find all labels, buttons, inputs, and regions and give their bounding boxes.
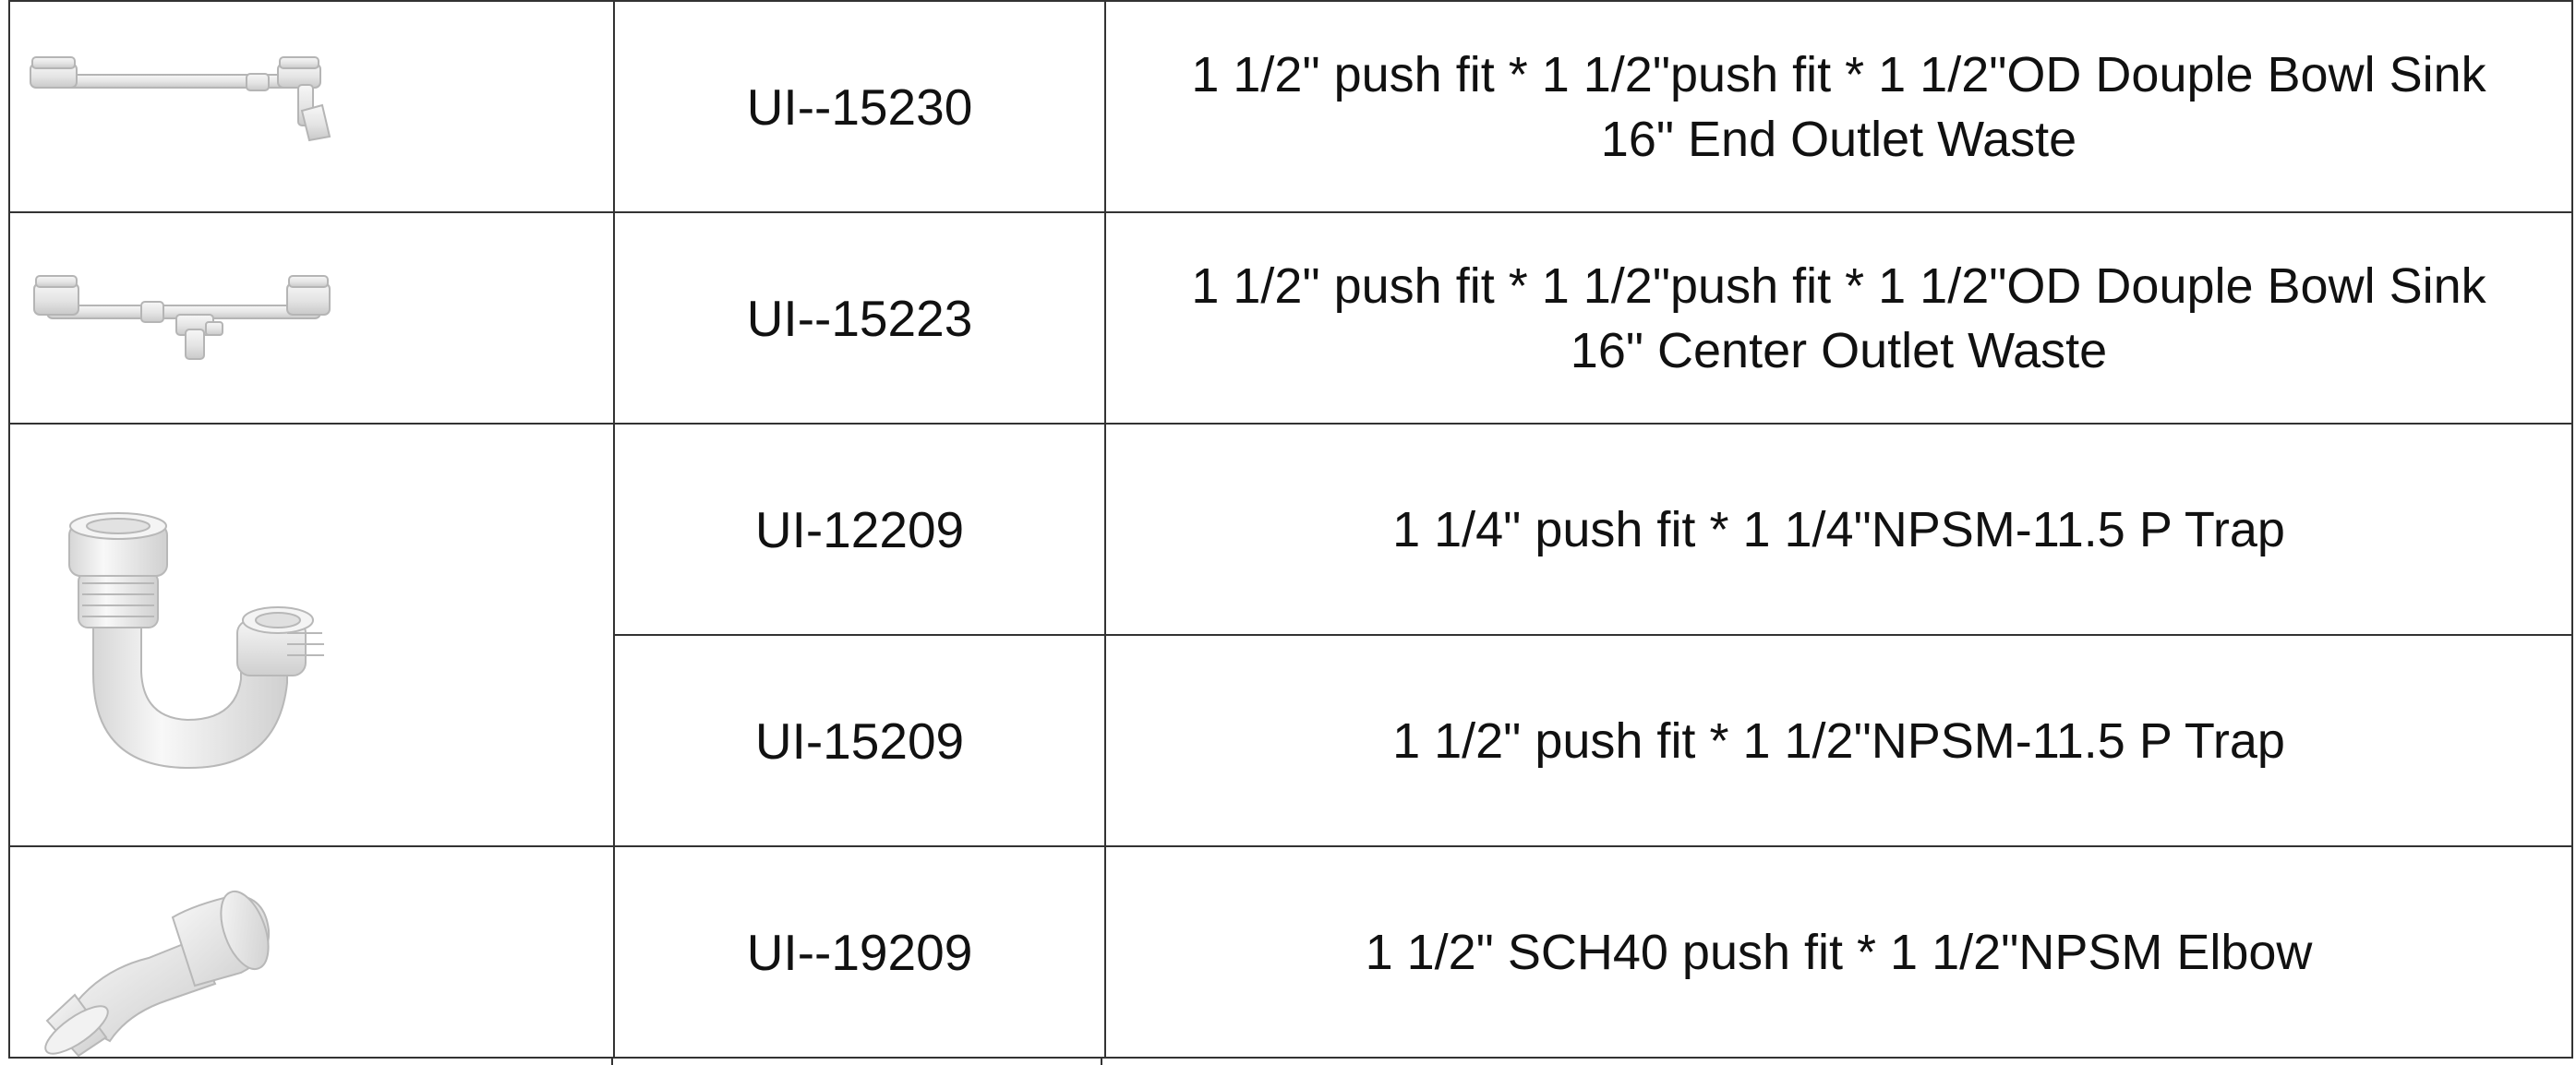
product-description: 1 1/2" push fit * 1 1/2"push fit * 1 1/2… [1104, 0, 2573, 213]
center-outlet-waste-image [33, 275, 331, 360]
table-row: UI--15223 1 1/2" push fit * 1 1/2"push f… [8, 211, 2573, 425]
product-description: 1 1/2" push fit * 1 1/2"push fit * 1 1/2… [1104, 211, 2573, 425]
description-line-1: 1 1/2" push fit * 1 1/2"NPSM-11.5 P Trap [1392, 712, 2285, 769]
end-outlet-waste-image [30, 56, 331, 142]
product-table: UI--15230 1 1/2" push fit * 1 1/2"push f… [8, 0, 2573, 1059]
product-image-cell [8, 845, 615, 1059]
column-divider [611, 1057, 613, 1065]
description-line-1: 1 1/4" push fit * 1 1/4"NPSM-11.5 P Trap [1392, 501, 2285, 557]
description-line-1: 1 1/2" push fit * 1 1/2"push fit * 1 1/2… [1191, 257, 2486, 314]
product-description: 1 1/2" push fit * 1 1/2"NPSM-11.5 P Trap [1104, 634, 2573, 847]
product-code: UI-12209 [613, 423, 1106, 636]
column-divider [1101, 1057, 1102, 1065]
description-line-2: 16" Center Outlet Waste [1570, 322, 2108, 378]
product-code: UI--15223 [613, 211, 1106, 425]
description-line-1: 1 1/2" push fit * 1 1/2"push fit * 1 1/2… [1191, 46, 2486, 102]
description-line-1: 1 1/2" SCH40 push fit * 1 1/2"NPSM Elbow [1365, 924, 2313, 980]
product-spec-sheet: UI--15230 1 1/2" push fit * 1 1/2"push f… [0, 0, 2576, 1065]
product-description: 1 1/4" push fit * 1 1/4"NPSM-11.5 P Trap [1104, 423, 2573, 636]
product-image-cell [8, 211, 615, 425]
elbow-image [44, 890, 271, 1058]
table-row: UI--15230 1 1/2" push fit * 1 1/2"push f… [8, 0, 2573, 213]
product-image-cell [8, 0, 615, 213]
table-row: UI-12209 1 1/4" push fit * 1 1/4"NPSM-11… [8, 423, 2573, 847]
table-row: UI--19209 1 1/2" SCH40 push fit * 1 1/2"… [8, 845, 2573, 1059]
product-description: 1 1/2" SCH40 push fit * 1 1/2"NPSM Elbow [1104, 845, 2573, 1059]
p-trap-image [68, 512, 324, 770]
description-line-2: 16" End Outlet Waste [1600, 111, 2077, 167]
product-code: UI--15230 [613, 0, 1106, 213]
product-image-cell [8, 423, 615, 847]
product-code: UI-15209 [613, 634, 1106, 847]
product-code: UI--19209 [613, 845, 1106, 1059]
